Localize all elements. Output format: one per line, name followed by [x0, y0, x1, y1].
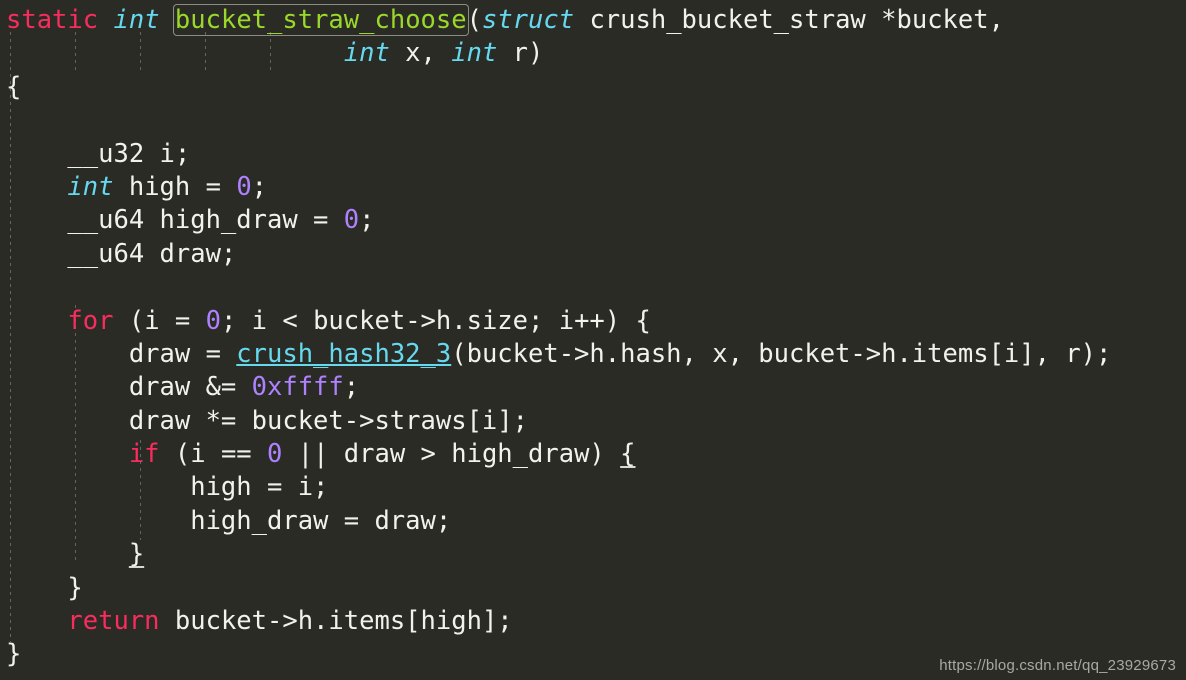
code-token: int	[343, 38, 390, 69]
code-token: bucket->h.items[high];	[159, 606, 513, 637]
code-token: high =	[113, 171, 237, 202]
code-line[interactable]: int x, int r)	[6, 37, 1111, 70]
code-token: ;	[359, 205, 375, 236]
code-line[interactable]: draw *= bucket->straws[i];	[6, 405, 1111, 438]
code-line[interactable]: int high = 0;	[6, 171, 1111, 204]
code-token: return	[67, 606, 160, 637]
code-line[interactable]: }	[6, 572, 1111, 605]
code-token: (i ==	[159, 439, 268, 470]
code-token: 0	[267, 439, 283, 470]
code-token: draw =	[6, 338, 237, 369]
code-token: draw &=	[6, 372, 252, 403]
code-line[interactable]: draw = crush_hash32_3(bucket->h.hash, x,…	[6, 338, 1112, 371]
code-token: __u32 i;	[6, 138, 191, 169]
code-token: static	[6, 5, 99, 35]
code-line[interactable]: for (i = 0; i < bucket->h.size; i++) {	[6, 305, 1111, 338]
code-token: 0xffff	[251, 372, 344, 403]
code-token: struct	[481, 5, 575, 35]
code-token: (bucket->h.hash, x, bucket->h.items[i], …	[451, 338, 1112, 369]
function-call-token: crush_hash32_3	[236, 338, 452, 369]
code-token: || draw > high_draw)	[282, 439, 621, 470]
code-line[interactable]: if (i == 0 || draw > high_draw) {	[6, 438, 1111, 471]
code-token: __u64 high_draw =	[6, 205, 344, 236]
code-token: x,	[389, 38, 452, 69]
code-line[interactable]: high_draw = draw;	[6, 505, 1111, 538]
code-token: (i =	[113, 305, 206, 336]
code-viewport[interactable]: static int bucket_straw_choose(struct cr…	[0, 0, 1111, 672]
code-token: }	[6, 639, 22, 670]
code-line[interactable]: high = i;	[6, 471, 1111, 504]
highlighted-symbol: bucket_straw_choose	[172, 4, 469, 36]
code-token: (	[466, 5, 482, 35]
code-token: int	[451, 38, 498, 69]
code-line[interactable]: draw &= 0xffff;	[6, 371, 1111, 404]
code-token: }	[6, 572, 83, 603]
code-line[interactable]: }	[6, 538, 1111, 571]
code-token: high = i;	[6, 472, 329, 503]
code-line[interactable]: return bucket->h.items[high];	[6, 605, 1111, 638]
code-token: r)	[497, 38, 544, 69]
code-token: int	[67, 171, 114, 202]
code-token: 0	[205, 305, 221, 336]
code-token: ;	[343, 372, 360, 403]
watermark: https://blog.csdn.net/qq_23929673	[939, 657, 1176, 674]
code-token: high_draw = draw;	[6, 505, 452, 536]
code-token: for	[67, 305, 114, 336]
code-line[interactable]: {	[6, 71, 1111, 104]
code-token: ; i < bucket->h.size; i++) {	[220, 305, 651, 336]
code-token: __u64 draw;	[6, 238, 237, 269]
code-line[interactable]: __u64 high_draw = 0;	[6, 204, 1111, 237]
code-token: draw *= bucket->straws[i];	[6, 405, 528, 436]
code-token: ;	[251, 171, 268, 202]
code-token: 0	[236, 171, 252, 202]
code-line[interactable]: __u32 i;	[6, 138, 1111, 171]
code-token: {	[6, 71, 22, 102]
code-token: 0	[343, 205, 360, 236]
code-line[interactable]	[6, 271, 1111, 304]
code-token: if	[128, 439, 160, 470]
code-line[interactable]: __u64 draw;	[6, 238, 1111, 271]
code-line[interactable]	[6, 104, 1111, 137]
code-token: crush_bucket_straw *bucket,	[574, 5, 1004, 35]
code-editor-screenshot: static int bucket_straw_choose(struct cr…	[0, 0, 1186, 680]
code-token: {	[620, 439, 636, 470]
code-token: }	[128, 539, 145, 570]
code-token: int	[113, 5, 160, 35]
code-line[interactable]: static int bucket_straw_choose(struct cr…	[6, 4, 1111, 37]
